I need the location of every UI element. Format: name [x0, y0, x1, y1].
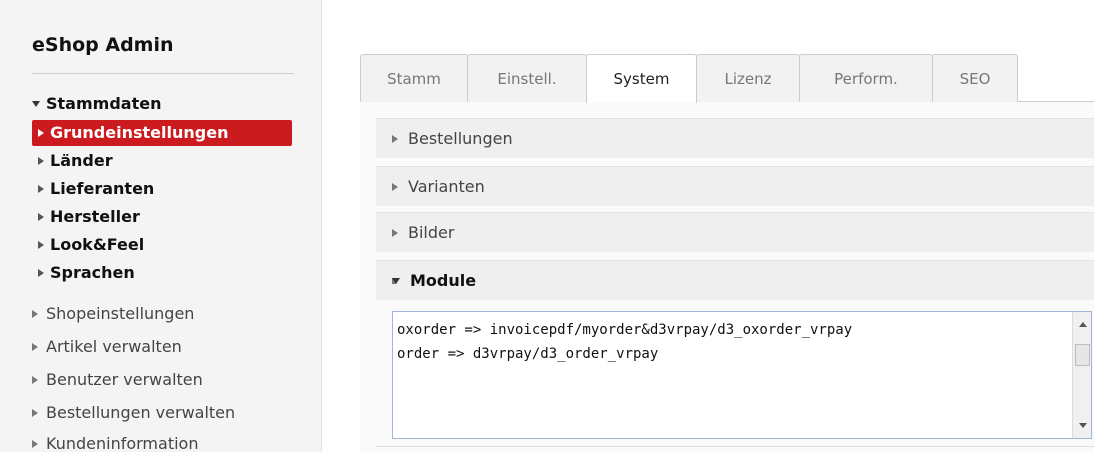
nav-label: Benutzer verwalten	[46, 370, 203, 389]
nav-item-label: Lieferanten	[50, 179, 155, 198]
nav-shopeinstellungen[interactable]: Shopeinstellungen	[32, 300, 194, 328]
sidebar: eShop Admin Stammdaten Grundeinstellunge…	[0, 0, 322, 453]
caret-right-icon	[38, 212, 44, 221]
caret-down-icon	[32, 100, 40, 107]
caret-right-icon	[38, 156, 44, 165]
caret-right-icon	[392, 228, 398, 237]
section-varianten[interactable]: Varianten	[376, 166, 1094, 206]
nav-item-grundeinstellungen[interactable]: Grundeinstellungen	[32, 120, 292, 146]
caret-right-icon	[32, 375, 38, 384]
caret-right-icon	[38, 268, 44, 277]
nav-item-laender[interactable]: Länder	[32, 148, 292, 174]
tab-seo[interactable]: SEO	[932, 54, 1018, 102]
main-content: Stamm Einstell. System Lizenz Perform. S…	[322, 0, 1094, 452]
tab-lizenz[interactable]: Lizenz	[696, 54, 800, 102]
section-bilder[interactable]: Bilder	[376, 212, 1094, 252]
app-title: eShop Admin	[32, 34, 174, 56]
nav-benutzer-verwalten[interactable]: Benutzer verwalten	[32, 366, 203, 394]
caret-right-icon	[392, 134, 398, 143]
caret-right-icon	[32, 342, 38, 351]
textarea-scrollbar[interactable]	[1072, 312, 1091, 438]
nav-item-label: Länder	[50, 151, 113, 170]
nav-item-lookfeel[interactable]: Look&Feel	[32, 232, 292, 258]
tab-bar: Stamm Einstell. System Lizenz Perform. S…	[360, 54, 1094, 103]
nav-label: Bestellungen verwalten	[46, 403, 236, 422]
sidebar-divider	[32, 73, 294, 74]
nav-label: Shopeinstellungen	[46, 304, 195, 323]
section-label: Module	[410, 271, 477, 290]
module-line: order => d3vrpay/d3_order_vrpay	[397, 346, 659, 362]
nav-group-stammdaten[interactable]: Stammdaten	[32, 93, 161, 115]
section-label: Bestellungen	[408, 129, 513, 148]
caret-right-icon	[32, 439, 38, 448]
section-label: Varianten	[408, 177, 485, 196]
scroll-down-icon[interactable]	[1079, 423, 1087, 428]
tab-einstell[interactable]: Einstell.	[467, 54, 587, 102]
section-divider	[376, 446, 1094, 447]
caret-right-icon	[32, 309, 38, 318]
caret-right-icon	[32, 408, 38, 417]
nav-item-label: Hersteller	[50, 207, 140, 226]
nav-item-lieferanten[interactable]: Lieferanten	[32, 176, 292, 202]
nav-kundeninformation[interactable]: Kundeninformation	[32, 430, 198, 458]
nav-bestellungen-verwalten[interactable]: Bestellungen verwalten	[32, 399, 235, 427]
caret-right-icon	[38, 128, 44, 137]
tab-perform[interactable]: Perform.	[799, 54, 933, 102]
nav-item-label: Sprachen	[50, 263, 135, 282]
module-line: oxorder => invoicepdf/myorder&d3vrpay/d3…	[397, 322, 853, 338]
nav-item-hersteller[interactable]: Hersteller	[32, 204, 292, 230]
module-config-textarea[interactable]: oxorder => invoicepdf/myorder&d3vrpay/d3…	[392, 311, 1092, 439]
section-label: Bilder	[408, 223, 455, 242]
caret-down-icon	[392, 277, 400, 284]
section-module[interactable]: Module	[376, 260, 1094, 300]
tab-stamm[interactable]: Stamm	[360, 54, 468, 102]
nav-item-label: Look&Feel	[50, 235, 145, 254]
nav-label: Kundeninformation	[46, 434, 199, 453]
caret-right-icon	[38, 240, 44, 249]
nav-item-label: Grundeinstellungen	[50, 123, 229, 142]
section-bestellungen[interactable]: Bestellungen	[376, 118, 1094, 158]
nav-label: Artikel verwalten	[46, 337, 182, 356]
caret-right-icon	[392, 182, 398, 191]
scroll-thumb[interactable]	[1075, 344, 1090, 366]
nav-artikel-verwalten[interactable]: Artikel verwalten	[32, 333, 182, 361]
nav-item-sprachen[interactable]: Sprachen	[32, 260, 292, 286]
scroll-up-icon[interactable]	[1079, 322, 1087, 327]
caret-right-icon	[38, 184, 44, 193]
tab-system[interactable]: System	[586, 54, 697, 103]
nav-group-label: Stammdaten	[46, 94, 162, 113]
